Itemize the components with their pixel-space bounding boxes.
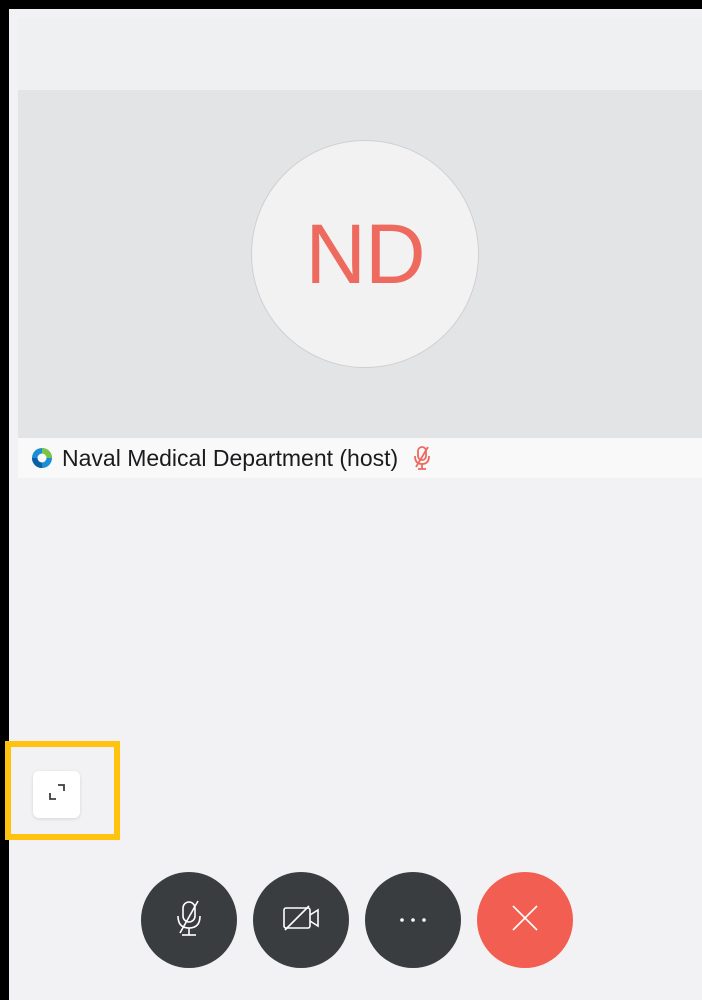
- participant-name-bar: Naval Medical Department (host): [18, 438, 702, 478]
- top-bar: [18, 18, 702, 90]
- leave-meeting-button[interactable]: [477, 872, 573, 968]
- participant-video-tile[interactable]: ND: [18, 90, 702, 438]
- participant-name: Naval Medical Department (host): [62, 444, 399, 471]
- app-logo-icon: [31, 447, 53, 469]
- close-icon: [510, 903, 540, 938]
- more-options-icon: [398, 911, 428, 929]
- expand-button[interactable]: [33, 771, 80, 818]
- avatar-initials: ND: [305, 206, 425, 301]
- video-off-icon: [281, 903, 321, 938]
- mute-button[interactable]: [141, 872, 237, 968]
- expand-icon: [46, 781, 68, 808]
- avatar: ND: [251, 140, 479, 368]
- more-options-button[interactable]: [365, 872, 461, 968]
- microphone-muted-icon: [412, 445, 432, 471]
- microphone-muted-icon: [173, 898, 205, 943]
- meeting-window: ND Naval Medical Department (host): [0, 0, 702, 1000]
- stop-video-button[interactable]: [253, 872, 349, 968]
